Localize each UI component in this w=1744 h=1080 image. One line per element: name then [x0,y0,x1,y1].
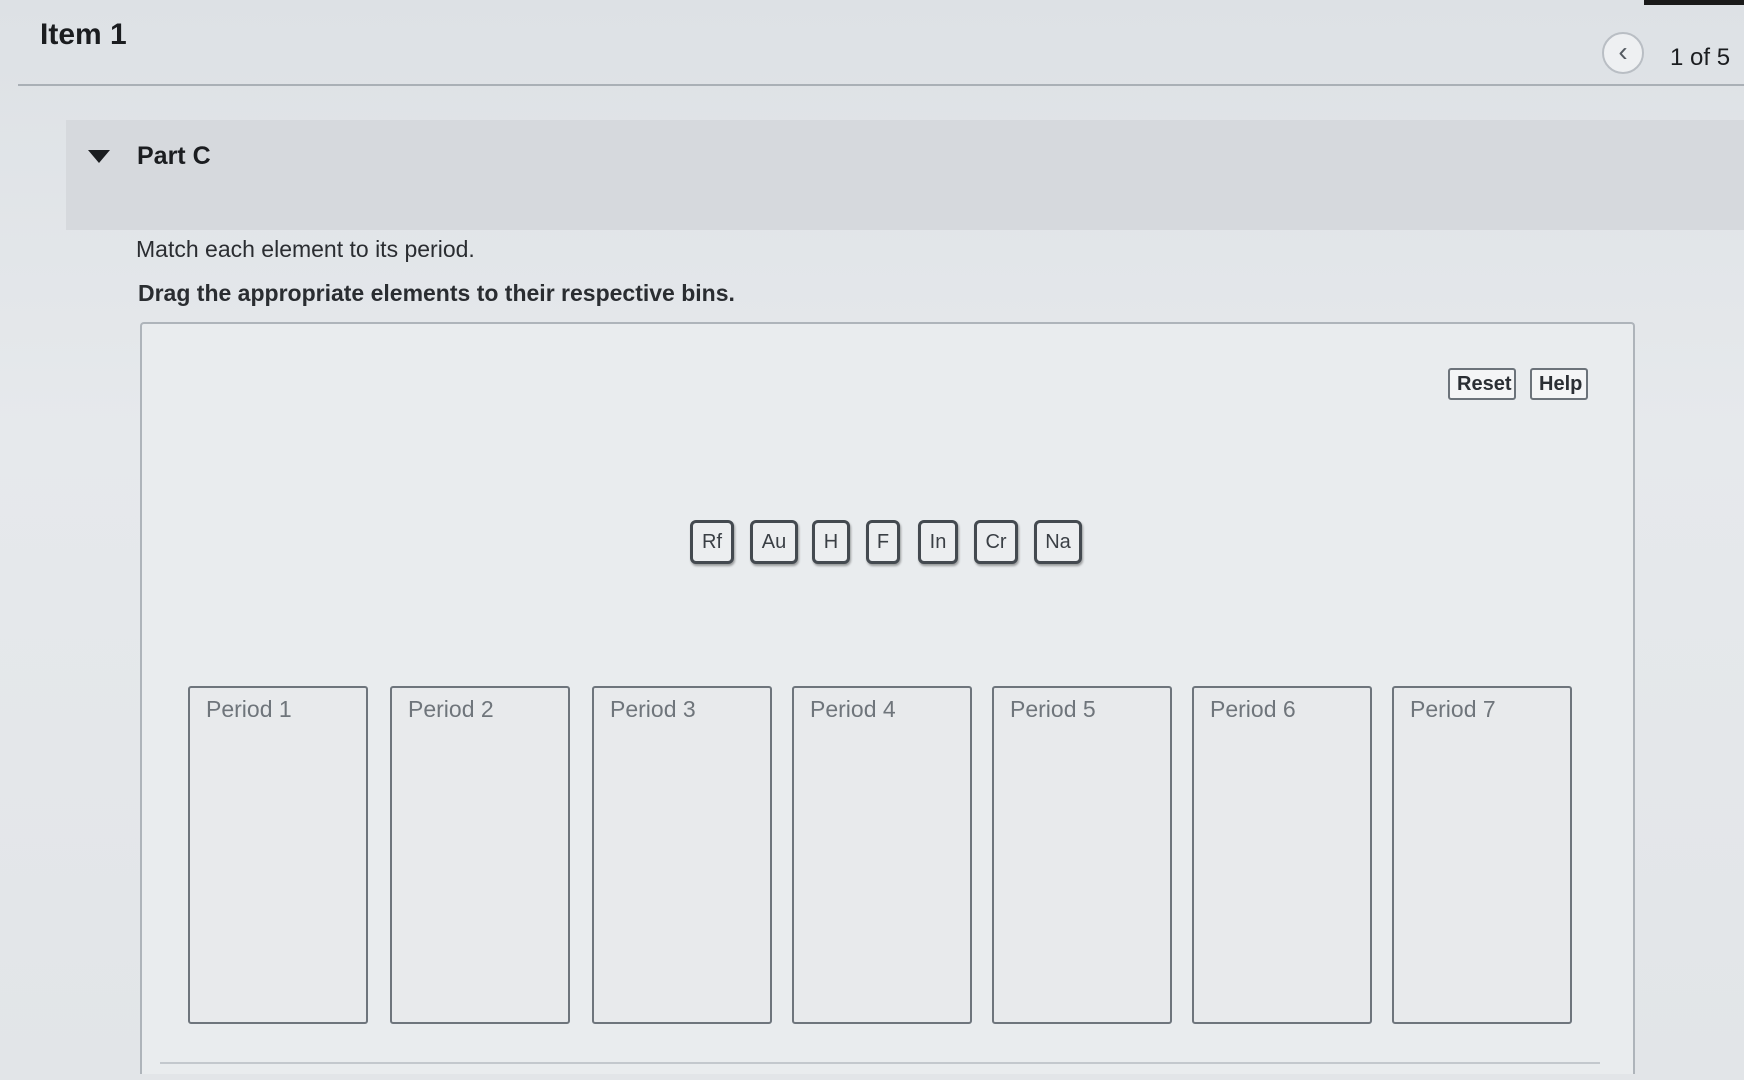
previous-item-button[interactable]: ‹ [1602,32,1644,74]
bin-period-5[interactable]: Period 5 [992,686,1172,1024]
element-token-h[interactable]: H [812,520,850,564]
element-token-cr[interactable]: Cr [974,520,1018,564]
bin-period-4[interactable]: Period 4 [792,686,972,1024]
bin-period-2[interactable]: Period 2 [390,686,570,1024]
bin-period-1[interactable]: Period 1 [188,686,368,1024]
element-token-na[interactable]: Na [1034,520,1082,564]
top-accent-line [1644,0,1744,5]
part-title: Part C [137,142,211,170]
item-title: Item 1 [40,18,127,51]
bin-label: Period 3 [610,696,696,722]
drag-instruction-text: Drag the appropriate elements to their r… [138,280,735,306]
part-header[interactable] [66,120,1744,230]
top-bar: Item 1 ‹ 1 of 5 [0,0,1744,92]
reset-button[interactable]: Reset [1448,368,1516,400]
bin-label: Period 7 [1410,696,1496,722]
bin-label: Period 6 [1210,696,1296,722]
element-token-rf[interactable]: Rf [690,520,734,564]
element-token-au[interactable]: Au [750,520,798,564]
bin-label: Period 2 [408,696,494,722]
element-token-f[interactable]: F [866,520,900,564]
header-divider [18,84,1744,86]
chevron-left-icon: ‹ [1618,35,1628,67]
instruction-text: Match each element to its period. [136,236,475,262]
workspace-bottom-edge [160,1062,1600,1064]
bin-label: Period 4 [810,696,896,722]
help-button[interactable]: Help [1530,368,1588,400]
element-token-in[interactable]: In [918,520,958,564]
caret-down-icon[interactable] [88,150,110,163]
bin-period-7[interactable]: Period 7 [1392,686,1572,1024]
bin-period-3[interactable]: Period 3 [592,686,772,1024]
bin-label: Period 1 [206,696,292,722]
page: Item 1 ‹ 1 of 5 Part C Match each elemen… [0,0,1744,1080]
bin-label: Period 5 [1010,696,1096,722]
pager-text: 1 of 5 [1670,44,1731,71]
bin-period-6[interactable]: Period 6 [1192,686,1372,1024]
